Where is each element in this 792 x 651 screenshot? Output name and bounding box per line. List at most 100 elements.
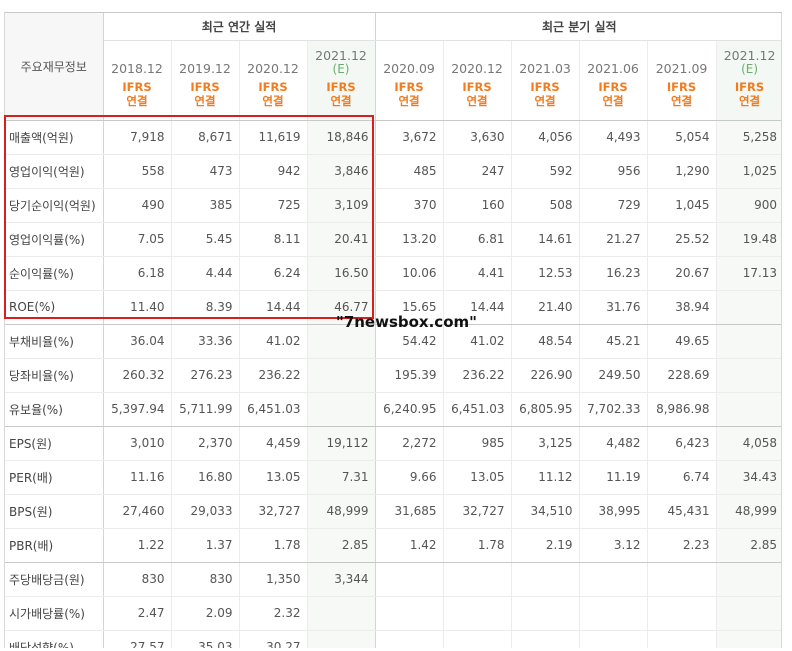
table-row: 순이익률(%) 6.18 4.44 6.24 16.50 10.06 4.41 12.53 16…	[5, 256, 781, 291]
annual-cell: 11.40	[103, 290, 172, 325]
annual-cell: 473	[171, 154, 240, 189]
quarterly-cell	[716, 562, 781, 597]
annual-cell: 30.27	[239, 630, 308, 648]
quarterly-cell: 16.23	[579, 256, 648, 291]
quarterly-cell: 195.39	[375, 358, 444, 393]
annual-cell: 7.31	[307, 460, 376, 495]
period-label: 2021.03	[519, 61, 571, 76]
quarterly-cell: 9.66	[375, 460, 444, 495]
ifrs-label: IFRS 연결	[443, 78, 512, 121]
quarterly-cell: 12.53	[511, 256, 580, 291]
quarterly-cell: 6.74	[647, 460, 717, 495]
ifrs-line: IFRS	[326, 80, 356, 94]
quarterly-cell	[716, 324, 781, 359]
quarterly-cell	[443, 630, 512, 648]
quarterly-cell: 4,056	[511, 120, 580, 155]
quarterly-cell: 49.65	[647, 324, 717, 359]
row-label: EPS(원)	[5, 426, 104, 461]
quarterly-cell: 5,258	[716, 120, 781, 155]
annual-cell: 3,010	[103, 426, 172, 461]
annual-cell: 4,459	[239, 426, 308, 461]
quarterly-cell: 8,986.98	[647, 392, 717, 427]
annual-cell: 27,460	[103, 494, 172, 529]
watermark-text: "7newsbox.com"	[336, 313, 477, 331]
annual-cell: 942	[239, 154, 308, 189]
consolidated-line: 연결	[738, 94, 761, 108]
quarterly-cell: 1.78	[443, 528, 512, 563]
annual-cell: 6.24	[239, 256, 308, 291]
quarterly-cell: 2.23	[647, 528, 717, 563]
quarterly-cell: 592	[511, 154, 580, 189]
annual-cell: 8,671	[171, 120, 240, 155]
quarterly-cell	[579, 596, 648, 631]
ifrs-label: IFRS 연결	[171, 78, 240, 121]
table-row: 시가배당률(%) 2.47 2.09 2.32	[5, 596, 781, 631]
quarterly-cell: 14.61	[511, 222, 580, 257]
quarterly-cell: 5,054	[647, 120, 717, 155]
annual-cell: 1.22	[103, 528, 172, 563]
period-label: 2018.12	[111, 61, 163, 76]
row-label: 당기순이익(억원)	[5, 188, 104, 223]
row-label: 순이익률(%)	[5, 256, 104, 291]
quarterly-cell: 1.42	[375, 528, 444, 563]
quarterly-cell	[579, 630, 648, 648]
annual-cell: 16.80	[171, 460, 240, 495]
ifrs-line: IFRS	[122, 80, 152, 94]
annual-cell: 2.09	[171, 596, 240, 631]
annual-cell: 33.36	[171, 324, 240, 359]
quarterly-cell	[443, 596, 512, 631]
quarterly-cell: 4,493	[579, 120, 648, 155]
annual-cell: 1.78	[239, 528, 308, 563]
annual-cell: 830	[103, 562, 172, 597]
ifrs-line: IFRS	[190, 80, 220, 94]
row-label: 주당배당금(원)	[5, 562, 104, 597]
annual-cell: 11,619	[239, 120, 308, 155]
quarterly-cell	[511, 630, 580, 648]
period-header: 2021.06	[579, 40, 648, 78]
annual-cell: 5.45	[171, 222, 240, 257]
annual-cell	[307, 630, 376, 648]
quarterly-cell: 31,685	[375, 494, 444, 529]
table-row: EPS(원) 3,010 2,370 4,459 19,112 2,272 985 3,125…	[5, 426, 781, 461]
quarterly-cell: 31.76	[579, 290, 648, 325]
consolidated-line: 연결	[262, 94, 284, 108]
table-row: 주당배당금(원) 830 830 1,350 3,344	[5, 562, 781, 597]
annual-group-header: 최근 연간 실적	[103, 13, 376, 41]
period-header: 2020.12	[239, 40, 308, 78]
quarterly-cell: 13.20	[375, 222, 444, 257]
quarterly-cell: 228.69	[647, 358, 717, 393]
annual-cell: 3,344	[307, 562, 376, 597]
ifrs-label: IFRS 연결	[579, 78, 648, 121]
quarterly-cell: 1,045	[647, 188, 717, 223]
annual-cell: 7,918	[103, 120, 172, 155]
period-label: 2020.09	[383, 61, 435, 76]
annual-cell: 32,727	[239, 494, 308, 529]
table-row: 영업이익률(%) 7.05 5.45 8.11 20.41 13.20 6.81 14.61 2…	[5, 222, 781, 257]
table-row: PBR(배) 1.22 1.37 1.78 2.85 1.42 1.78 2.19 3.12 2.…	[5, 528, 781, 563]
annual-cell: 41.02	[239, 324, 308, 359]
quarterly-cell	[647, 596, 717, 631]
annual-cell: 490	[103, 188, 172, 223]
row-label: 매출액(억원)	[5, 120, 104, 155]
ifrs-line: IFRS	[734, 80, 765, 94]
row-label: 유보율(%)	[5, 392, 104, 427]
table-row: 배당성향(%) 27.57 35.03 30.27	[5, 630, 781, 648]
row-label: ROE(%)	[5, 290, 104, 325]
consolidated-line: 연결	[398, 94, 420, 108]
ifrs-label: IFRS 연결	[647, 78, 717, 121]
quarterly-cell: 2,272	[375, 426, 444, 461]
period-label: 2021.12	[723, 48, 776, 63]
period-label: 2020.12	[247, 61, 299, 76]
quarterly-cell: 4.41	[443, 256, 512, 291]
quarterly-cell: 11.12	[511, 460, 580, 495]
quarterly-cell: 11.19	[579, 460, 648, 495]
period-label: 2020.12	[451, 61, 503, 76]
annual-cell: 1.37	[171, 528, 240, 563]
annual-cell: 2,370	[171, 426, 240, 461]
quarterly-cell: 21.27	[579, 222, 648, 257]
quarterly-cell: 370	[375, 188, 444, 223]
period-label: 2021.06	[587, 61, 639, 76]
estimate-mark: (E)	[741, 62, 759, 76]
annual-cell: 385	[171, 188, 240, 223]
quarterly-cell: 48,999	[716, 494, 781, 529]
